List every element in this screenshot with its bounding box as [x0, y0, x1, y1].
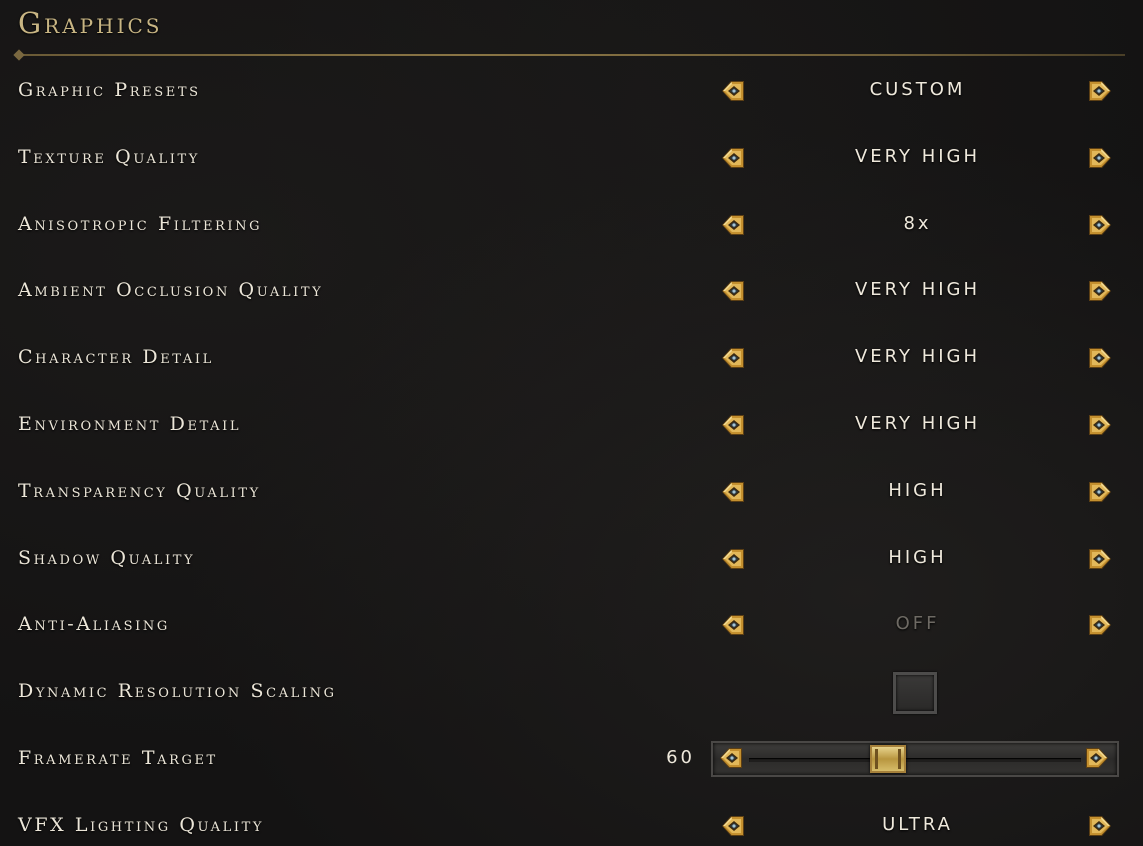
setting-value[interactable]: VERY HIGH	[760, 279, 1075, 300]
next-option-arrow-icon[interactable]	[1087, 278, 1113, 304]
slider-thumb[interactable]	[870, 745, 906, 773]
setting-label: Dynamic Resolution Scaling	[18, 680, 337, 702]
setting-value[interactable]: HIGH	[760, 547, 1075, 568]
slider-value: 60	[666, 747, 695, 768]
next-option-arrow-icon[interactable]	[1087, 412, 1113, 438]
setting-label: Environment Detail	[18, 413, 242, 435]
setting-row: Transparency Quality HIGH	[0, 472, 1143, 512]
next-option-arrow-icon[interactable]	[1087, 78, 1113, 104]
setting-label: Ambient Occlusion Quality	[18, 279, 324, 301]
setting-row: Anisotropic Filtering 8x	[0, 205, 1143, 245]
slider-decrease-arrow-icon[interactable]	[718, 745, 746, 773]
setting-row: Dynamic Resolution Scaling	[0, 672, 1143, 714]
previous-option-arrow-icon[interactable]	[720, 479, 746, 505]
setting-row: Character Detail VERY HIGH	[0, 338, 1143, 378]
setting-value[interactable]: VERY HIGH	[760, 346, 1075, 367]
setting-value[interactable]: 8x	[760, 213, 1075, 234]
framerate-slider[interactable]	[711, 741, 1119, 777]
dynamic-resolution-checkbox[interactable]	[893, 672, 937, 714]
setting-label: Character Detail	[18, 346, 214, 368]
setting-row: Graphic Presets CUSTOM	[0, 71, 1143, 111]
setting-value[interactable]: CUSTOM	[760, 79, 1075, 100]
next-option-arrow-icon[interactable]	[1087, 145, 1113, 171]
next-option-arrow-icon[interactable]	[1087, 212, 1113, 238]
previous-option-arrow-icon[interactable]	[720, 78, 746, 104]
previous-option-arrow-icon[interactable]	[720, 813, 746, 839]
setting-label: Transparency Quality	[18, 480, 261, 502]
slider-groove	[749, 758, 1081, 762]
previous-option-arrow-icon[interactable]	[720, 546, 746, 572]
previous-option-arrow-icon[interactable]	[720, 212, 746, 238]
setting-label: VFX Lighting Quality	[18, 814, 265, 836]
setting-label: Graphic Presets	[18, 79, 201, 101]
setting-value[interactable]: HIGH	[760, 480, 1075, 501]
setting-value[interactable]: VERY HIGH	[760, 146, 1075, 167]
setting-value[interactable]: ULTRA	[760, 814, 1075, 835]
previous-option-arrow-icon[interactable]	[720, 345, 746, 371]
previous-option-arrow-icon[interactable]	[720, 278, 746, 304]
setting-label: Anisotropic Filtering	[18, 213, 263, 235]
next-option-arrow-icon[interactable]	[1087, 345, 1113, 371]
previous-option-arrow-icon[interactable]	[720, 612, 746, 638]
setting-row: Anti-Aliasing OFF	[0, 605, 1143, 645]
next-option-arrow-icon[interactable]	[1087, 546, 1113, 572]
previous-option-arrow-icon[interactable]	[720, 145, 746, 171]
previous-option-arrow-icon[interactable]	[720, 412, 746, 438]
setting-value[interactable]: VERY HIGH	[760, 413, 1075, 434]
setting-label: Framerate Target	[18, 747, 218, 769]
setting-label: Shadow Quality	[18, 547, 196, 569]
title-divider	[17, 54, 1125, 56]
page-title: Graphics	[18, 6, 163, 40]
setting-row: Ambient Occlusion Quality VERY HIGH	[0, 271, 1143, 311]
setting-value[interactable]: OFF	[760, 613, 1075, 634]
setting-row: Texture Quality VERY HIGH	[0, 138, 1143, 178]
setting-row: VFX Lighting Quality ULTRA	[0, 806, 1143, 846]
setting-row: Shadow Quality HIGH	[0, 539, 1143, 579]
next-option-arrow-icon[interactable]	[1087, 813, 1113, 839]
setting-row: Framerate Target 60	[0, 739, 1143, 779]
setting-label: Anti-Aliasing	[18, 613, 170, 635]
setting-row: Environment Detail VERY HIGH	[0, 405, 1143, 445]
next-option-arrow-icon[interactable]	[1087, 612, 1113, 638]
next-option-arrow-icon[interactable]	[1087, 479, 1113, 505]
setting-label: Texture Quality	[18, 146, 200, 168]
slider-increase-arrow-icon[interactable]	[1084, 745, 1112, 773]
